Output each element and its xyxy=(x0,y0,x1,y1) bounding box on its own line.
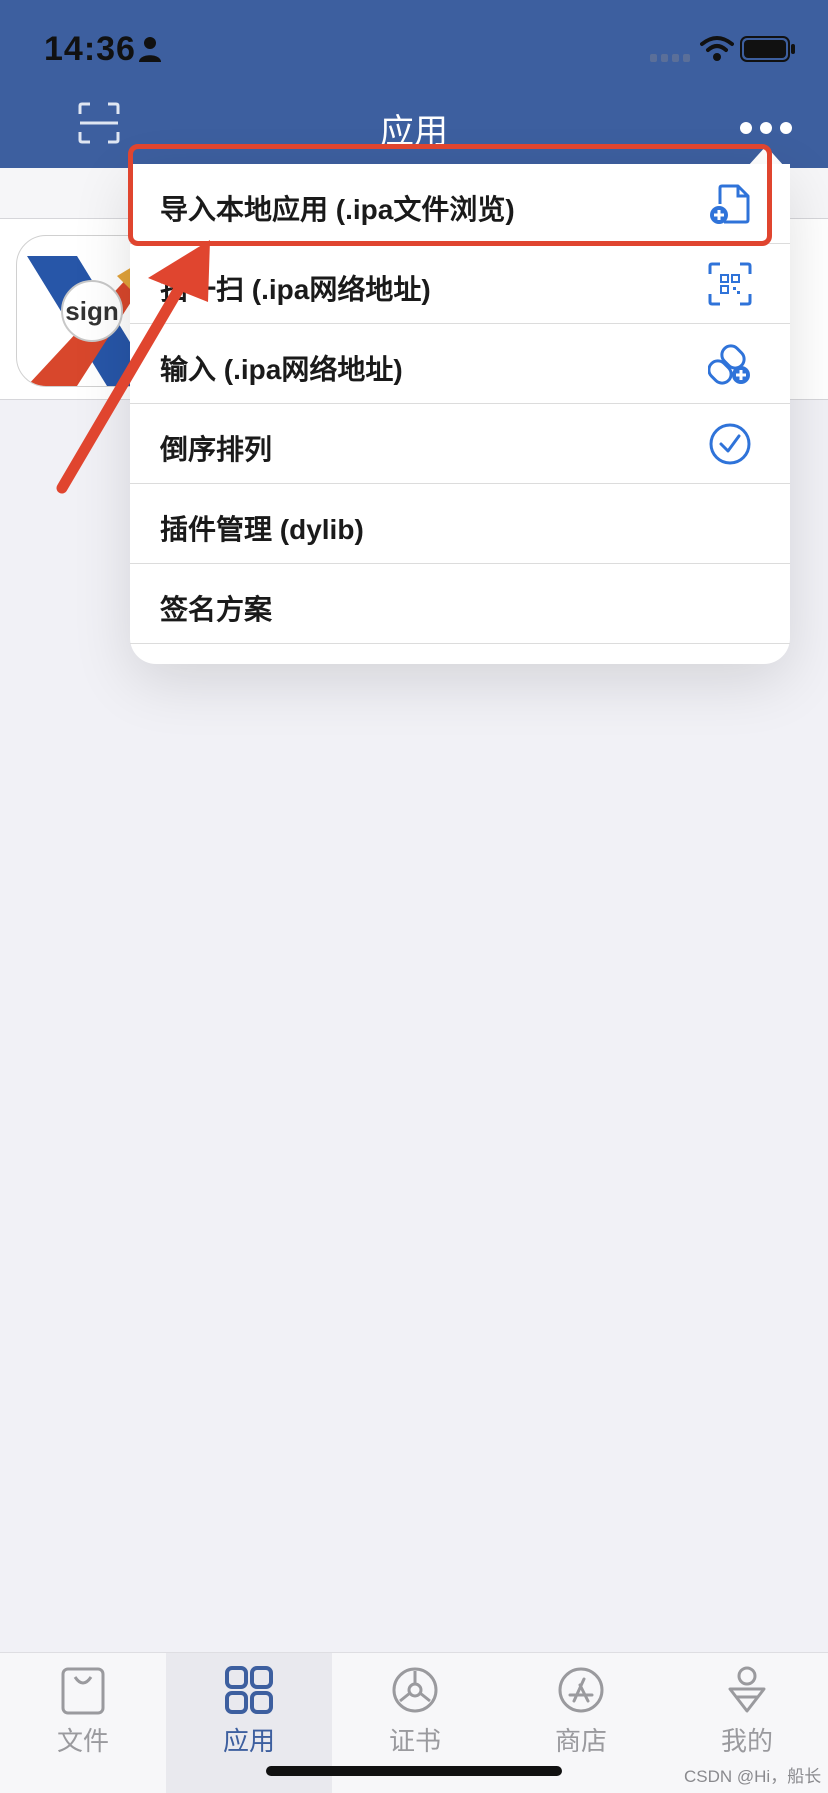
watermark: CSDN @Hi，船长 xyxy=(684,1767,822,1786)
person-icon xyxy=(139,37,161,62)
tab-label: 商店 xyxy=(554,1726,607,1756)
link-add-icon xyxy=(708,344,750,385)
grid-icon xyxy=(225,1666,273,1714)
check-circle-icon xyxy=(709,423,751,465)
home-indicator xyxy=(266,1766,562,1776)
app-store-icon xyxy=(558,1667,604,1713)
tab-files[interactable]: 文件 xyxy=(0,1653,166,1793)
profile-icon xyxy=(728,1666,766,1713)
tab-label: 我的 xyxy=(720,1726,773,1756)
navigation-bar: 14:36 应用 xyxy=(0,0,828,168)
menu-item-label: 插件管理 (dylib) xyxy=(160,514,364,545)
tab-label: 应用 xyxy=(222,1726,275,1756)
menu-item-label: 签名方案 xyxy=(160,594,273,625)
status-time: 14:36 xyxy=(44,30,136,68)
more-icon[interactable] xyxy=(738,118,794,138)
signal-icon xyxy=(650,54,690,62)
qr-scan-icon xyxy=(708,262,752,306)
certificate-icon xyxy=(392,1667,438,1713)
battery-icon xyxy=(740,36,795,62)
tab-label: 文件 xyxy=(56,1726,109,1756)
menu-item-sign-scheme[interactable]: 签名方案 xyxy=(130,564,790,644)
tab-label: 证书 xyxy=(388,1726,441,1756)
annotation-arrow-icon xyxy=(56,240,210,494)
bag-icon xyxy=(61,1667,105,1715)
wifi-icon xyxy=(700,36,734,61)
